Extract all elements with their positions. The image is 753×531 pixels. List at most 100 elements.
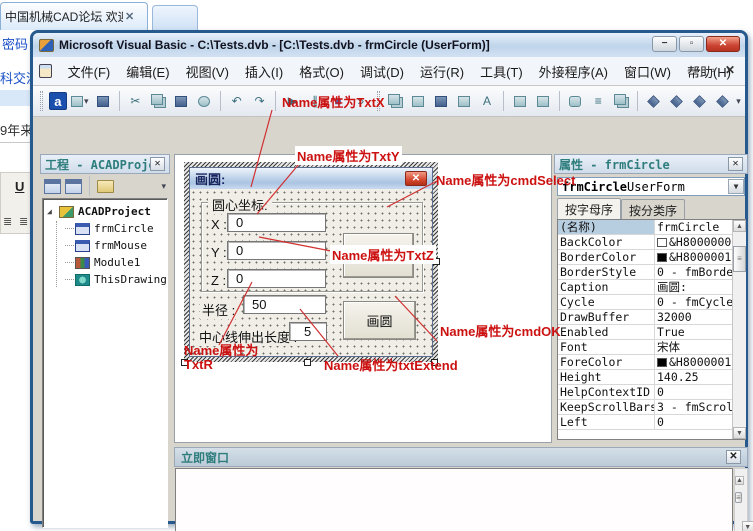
- menu-addins[interactable]: 外接程序(A): [531, 59, 616, 84]
- properties-title-bar[interactable]: 属性 - frmCircle ✕: [554, 154, 748, 174]
- undo-icon[interactable]: ↶: [227, 91, 247, 111]
- project-close-icon[interactable]: ✕: [150, 157, 165, 171]
- immediate-title-bar[interactable]: 立即窗口 ✕: [174, 447, 748, 467]
- menu-view[interactable]: 视图(V): [178, 59, 237, 84]
- toggle-folders-icon[interactable]: [97, 180, 114, 193]
- selector-dropdown-icon[interactable]: ▼: [728, 179, 744, 194]
- property-row[interactable]: Caption画圆:: [558, 280, 732, 295]
- property-row[interactable]: KeepScrollBars3 - fmScrollB: [558, 400, 732, 415]
- property-row[interactable]: DrawBuffer32000: [558, 310, 732, 325]
- properties-close-icon[interactable]: ✕: [728, 157, 743, 171]
- property-row[interactable]: Height140.25: [558, 370, 732, 385]
- immediate-close-icon[interactable]: ✕: [726, 450, 741, 464]
- outdent-icon[interactable]: [533, 91, 553, 111]
- menu-format[interactable]: 格式(O): [291, 59, 352, 84]
- scroll-down-icon[interactable]: ▼: [742, 521, 753, 531]
- extend-input[interactable]: 5: [289, 322, 327, 341]
- scroll-down-icon[interactable]: ▼: [733, 427, 746, 439]
- menu-file[interactable]: 文件(F): [60, 59, 119, 84]
- acad-view-icon[interactable]: a: [49, 92, 67, 110]
- immediate-vscrollbar[interactable]: ▲ ≡ ▼: [734, 468, 748, 531]
- mdi-restore-icon[interactable]: ▫: [711, 63, 715, 77]
- browser-tab-inactive[interactable]: [152, 5, 198, 30]
- tree-item-frmcircle[interactable]: frmCircle: [47, 220, 167, 237]
- align-right-icon[interactable]: ≣: [19, 215, 27, 228]
- redo-icon[interactable]: ↷: [250, 91, 270, 111]
- copy-icon[interactable]: [148, 91, 168, 111]
- property-row[interactable]: (名称)frmCircle: [558, 220, 732, 235]
- align-lefts-icon[interactable]: [644, 91, 664, 111]
- align-left-icon[interactable]: ≣: [3, 215, 11, 228]
- project-toolbar-overflow-icon[interactable]: ▾: [161, 181, 166, 192]
- password-link[interactable]: 密码: [2, 34, 28, 53]
- menu-tools[interactable]: 工具(T): [472, 59, 531, 84]
- tree-item-frmmouse[interactable]: frmMouse: [47, 237, 167, 254]
- form-close-icon[interactable]: ✕: [405, 171, 427, 186]
- snap-to-grid-icon[interactable]: [454, 91, 474, 111]
- view-code-icon[interactable]: [44, 179, 61, 194]
- scroll-up-icon[interactable]: ▲: [735, 476, 744, 485]
- indent-icon[interactable]: [510, 91, 530, 111]
- paste-icon[interactable]: [171, 91, 191, 111]
- font-icon[interactable]: A: [477, 91, 497, 111]
- align-icon[interactable]: ≡: [588, 91, 608, 111]
- resize-handle[interactable]: [304, 359, 311, 366]
- property-row[interactable]: Cycle0 - fmCycleAl: [558, 295, 732, 310]
- immediate-content[interactable]: [175, 468, 733, 531]
- toolbar-grip[interactable]: [40, 91, 43, 111]
- menu-run[interactable]: 运行(R): [412, 59, 472, 84]
- property-row[interactable]: HelpContextID0: [558, 385, 732, 400]
- menu-edit[interactable]: 编辑(E): [118, 59, 177, 84]
- property-row[interactable]: ForeColor&H80000012: [558, 355, 732, 370]
- property-row[interactable]: BorderColor&H80000012: [558, 250, 732, 265]
- tree-item-acadproject[interactable]: ◢ ACADProject: [47, 203, 167, 220]
- tree-item-thisdrawing[interactable]: ThisDrawing: [47, 271, 167, 288]
- tab-alphabetic[interactable]: 按字母序: [557, 198, 621, 221]
- vb-title-bar[interactable]: Microsoft Visual Basic - C:\Tests.dvb - …: [33, 33, 745, 57]
- arrange-icon[interactable]: [611, 91, 631, 111]
- menu-insert[interactable]: 插入(I): [237, 59, 291, 84]
- properties-vscrollbar[interactable]: ▲ ≡ ▼: [732, 220, 746, 439]
- draw-circle-button[interactable]: 画圆: [343, 301, 416, 340]
- mdi-close-icon[interactable]: ✕: [725, 63, 735, 77]
- expand-icon[interactable]: ◢: [47, 207, 59, 216]
- property-row[interactable]: EnabledTrue: [558, 325, 732, 340]
- underline-button[interactable]: U: [15, 179, 24, 194]
- align-centers-icon[interactable]: [667, 91, 687, 111]
- bring-to-front-icon[interactable]: [386, 91, 406, 111]
- mdi-minimize-icon[interactable]: −: [694, 63, 701, 77]
- y-input[interactable]: 0: [227, 241, 326, 260]
- pan-hand-icon[interactable]: [565, 91, 585, 111]
- scroll-up-icon[interactable]: ▲: [733, 220, 746, 232]
- project-title-bar[interactable]: 工程 - ACADProject ✕: [40, 154, 170, 174]
- save-icon[interactable]: [93, 91, 113, 111]
- property-row[interactable]: Left0: [558, 415, 732, 430]
- property-row[interactable]: Font宋体: [558, 340, 732, 355]
- form-title-bar[interactable]: 画圆: ✕: [190, 168, 432, 189]
- tree-item-module1[interactable]: Module1: [47, 254, 167, 271]
- view-object-icon[interactable]: [65, 179, 82, 194]
- align-rights-icon[interactable]: [690, 91, 710, 111]
- restore-button[interactable]: ▫: [679, 36, 704, 52]
- browser-tab-active[interactable]: 中国机械CAD论坛 欢迎... ✕: [0, 2, 148, 30]
- minimize-button[interactable]: −: [652, 36, 677, 52]
- z-input[interactable]: 0: [227, 269, 326, 288]
- insert-userform-icon[interactable]: ▾: [70, 91, 90, 111]
- scroll-thumb[interactable]: ≡: [733, 246, 746, 272]
- scroll-thumb[interactable]: ≡: [735, 492, 742, 503]
- object-selector[interactable]: frmCircle UserForm ▼: [557, 177, 745, 196]
- find-icon[interactable]: [194, 91, 214, 111]
- radius-input[interactable]: 50: [243, 295, 326, 314]
- menu-window[interactable]: 窗口(W): [616, 59, 679, 84]
- toolbar2-overflow-icon[interactable]: ▾: [736, 96, 741, 107]
- send-to-back-icon[interactable]: [409, 91, 429, 111]
- property-row[interactable]: BorderStyle0 - fmBorderS: [558, 265, 732, 280]
- align-tops-icon[interactable]: [712, 91, 732, 111]
- menu-debug[interactable]: 调试(D): [352, 59, 412, 84]
- property-row[interactable]: BackColor&H8000000F: [558, 235, 732, 250]
- cut-icon[interactable]: ✂: [125, 91, 145, 111]
- x-input[interactable]: 0: [227, 213, 326, 232]
- select-objects-icon[interactable]: [431, 91, 451, 111]
- close-button[interactable]: ✕: [706, 36, 740, 52]
- tab-close-icon[interactable]: ✕: [125, 10, 134, 23]
